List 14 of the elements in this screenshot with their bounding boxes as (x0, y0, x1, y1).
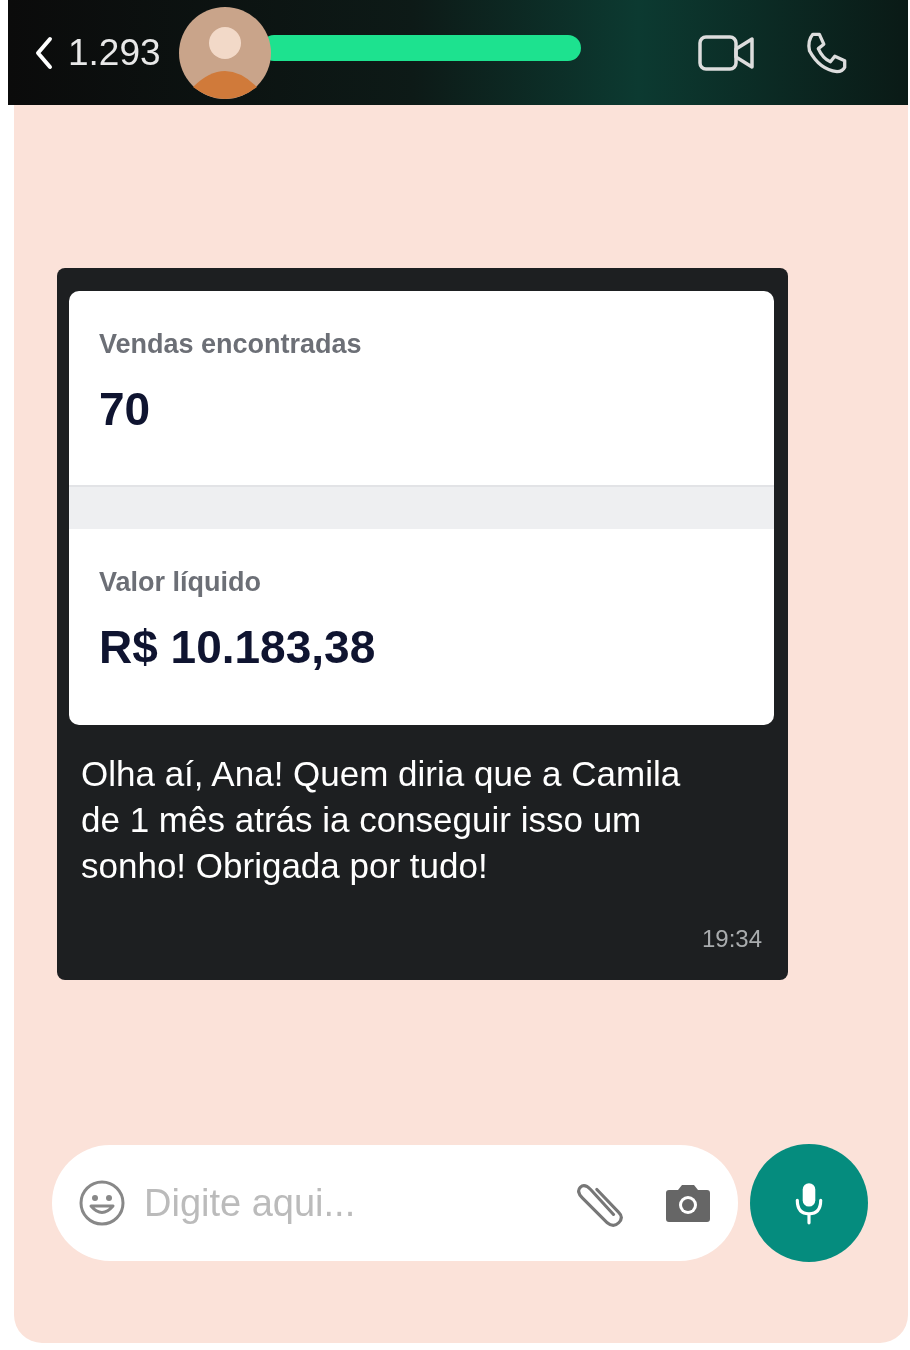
message-input[interactable]: Digite aqui... (142, 1180, 574, 1226)
stat-label: Valor líquido (99, 567, 262, 598)
avatar-icon[interactable] (178, 6, 271, 99)
back-icon[interactable] (34, 35, 54, 70)
stat-value: 70 (99, 382, 152, 436)
phone-icon[interactable] (804, 30, 848, 75)
stat-value: R$ 10.183,38 (99, 620, 377, 674)
message-time: 19:34 (701, 925, 762, 953)
unread-count[interactable]: 1.293 (68, 31, 161, 74)
video-camera-icon[interactable] (698, 32, 754, 73)
camera-icon[interactable] (664, 1183, 712, 1223)
message-text: Olha aí, Ana! Quem diria que a Camila de 1 mês atrás ia conseguir isso um sonho! Obrigada por tudo! (81, 753, 682, 887)
stat-label: Vendas encontradas (99, 329, 363, 360)
emoji-icon[interactable] (78, 1179, 126, 1227)
